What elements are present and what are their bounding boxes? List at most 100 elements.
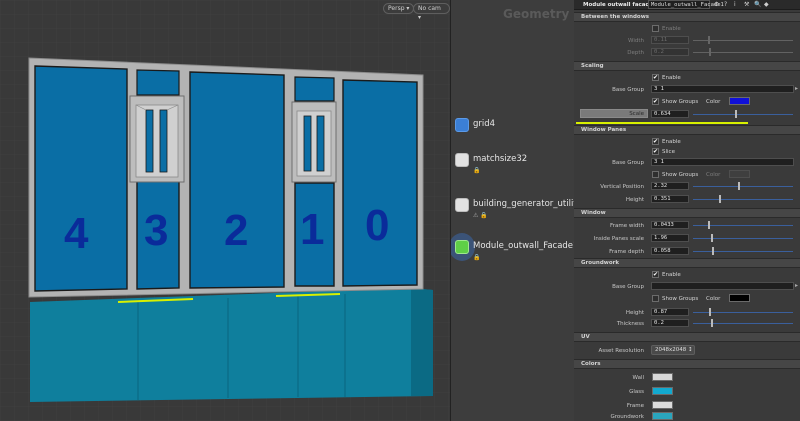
field-label: Width — [628, 38, 644, 44]
node-icon — [455, 240, 469, 254]
section-title: UV — [581, 334, 590, 340]
frame-depth-field[interactable]: 0.058 — [651, 247, 689, 255]
panes-slice-checkbox[interactable]: ✔ — [652, 148, 659, 155]
scaling-show-groups-checkbox[interactable]: ✔ — [652, 98, 659, 105]
field-label: Base Group — [612, 87, 644, 93]
slider-knob[interactable] — [711, 319, 713, 327]
dropdown-arrow-icon[interactable]: ▸ — [795, 85, 798, 92]
section-colors[interactable]: Colors — [574, 359, 800, 369]
section-between-windows[interactable]: Between the windows — [574, 12, 800, 22]
slider-knob[interactable] — [712, 247, 714, 255]
color-label: Color — [706, 99, 721, 105]
checkbox-label: Enable — [662, 272, 681, 278]
slider-knob[interactable] — [709, 48, 711, 56]
groundwork-thickness-field[interactable]: 0.2 — [651, 319, 689, 327]
color-row-label: Wall — [632, 375, 644, 381]
camera-menu[interactable]: Persp ▾ — [383, 3, 415, 14]
scale-highlight-underline — [576, 122, 748, 124]
scale-field[interactable]: 0.634 — [651, 110, 689, 118]
window-panels — [34, 65, 418, 292]
node-label: building_generator_utility — [473, 199, 574, 209]
panes-height-field[interactable]: 0.351 — [651, 195, 689, 203]
node-name-field[interactable]: Module_outwall_Facade1 — [648, 0, 724, 9]
warning-lock-icons: ⚠ 🔒 — [473, 212, 488, 219]
network-context-title: Geometry — [503, 7, 570, 21]
info-icon[interactable]: i — [734, 1, 736, 8]
scaling-base-group-field[interactable]: 3 1 — [651, 85, 794, 93]
vertical-position-field[interactable]: 2.32 — [651, 182, 689, 190]
lock-icon: 🔒 — [473, 254, 481, 261]
help-icon[interactable]: ? — [724, 1, 727, 8]
dropdown-arrow-icon[interactable]: ▸ — [795, 282, 798, 289]
network-editor[interactable]: Geometry grid4 matchsize32 🔒 building_ge… — [451, 0, 574, 421]
frame-depth-slider[interactable] — [693, 251, 793, 252]
vertical-position-slider[interactable] — [693, 186, 793, 187]
checkbox-label: Enable — [662, 26, 681, 32]
between-enable-checkbox[interactable] — [652, 25, 659, 32]
groundwork-height-slider[interactable] — [693, 312, 793, 313]
node-label: matchsize32 — [473, 154, 528, 164]
between-depth-field[interactable]: 0.2 — [651, 48, 689, 56]
gear-icon[interactable]: ⚙ — [714, 1, 719, 8]
section-uv[interactable]: UV — [574, 332, 800, 342]
scaling-enable-checkbox[interactable]: ✔ — [652, 74, 659, 81]
checkbox-label: Show Groups — [662, 172, 699, 178]
slider-knob[interactable] — [709, 308, 711, 316]
node-icon — [455, 118, 469, 132]
diamond-icon[interactable]: ◆ — [764, 1, 769, 8]
node-label: Module_outwall_Facade1 — [473, 241, 574, 251]
section-title: Window — [581, 210, 606, 216]
inside-panes-scale-slider[interactable] — [693, 238, 793, 239]
field-label: Scale — [629, 111, 644, 117]
slider-knob[interactable] — [738, 182, 740, 190]
display-menu[interactable]: No cam ▾ — [413, 3, 450, 21]
parameter-header: Module outwall facade Module_outwall_Fac… — [574, 0, 800, 10]
section-groundwork[interactable]: Groundwork — [574, 258, 800, 268]
slider-knob[interactable] — [735, 110, 737, 118]
groundwork-color-swatch[interactable] — [729, 294, 750, 302]
slider-knob[interactable] — [708, 36, 710, 44]
panel-number: 1 — [300, 205, 324, 254]
search-icon[interactable]: 🔍 — [754, 1, 761, 8]
groundwork-show-groups-checkbox[interactable] — [652, 295, 659, 302]
inside-panes-scale-field[interactable]: 1.96 — [651, 234, 689, 242]
slider-knob[interactable] — [708, 221, 710, 229]
tools-icon[interactable]: ⚒ — [744, 1, 749, 8]
frame-width-field[interactable]: 0.0433 — [651, 221, 689, 229]
groundwork-enable-checkbox[interactable]: ✔ — [652, 271, 659, 278]
section-window-panes[interactable]: Window Panes — [574, 125, 800, 135]
section-title: Between the windows — [581, 14, 650, 20]
asset-resolution-menu[interactable]: 2048x2048 ↕ — [651, 345, 695, 355]
panes-height-slider[interactable] — [693, 199, 793, 200]
between-depth-slider[interactable] — [693, 52, 793, 53]
field-label: Depth — [627, 50, 644, 56]
scale-slider[interactable] — [693, 114, 793, 115]
field-label: Asset Resolution — [598, 348, 644, 354]
glass-color-swatch[interactable] — [652, 387, 673, 395]
section-title: Groundwork — [581, 260, 620, 266]
section-window[interactable]: Window — [574, 208, 800, 218]
slider-knob[interactable] — [719, 195, 721, 203]
node-label: grid4 — [473, 119, 496, 129]
panes-show-groups-checkbox[interactable] — [652, 171, 659, 178]
panes-enable-checkbox[interactable]: ✔ — [652, 138, 659, 145]
lock-icon: 🔒 — [473, 167, 481, 174]
panel-number: 3 — [144, 206, 168, 255]
groundwork-height-field[interactable]: 0.87 — [651, 308, 689, 316]
between-width-field[interactable]: 0.11 — [651, 36, 689, 44]
scene-viewport[interactable]: 4 3 2 1 0 Persp ▾ No cam ▾ — [0, 0, 451, 421]
section-scaling[interactable]: Scaling — [574, 61, 800, 71]
groundwork-base-group-field[interactable] — [651, 282, 794, 290]
scaling-color-swatch[interactable] — [729, 97, 750, 105]
field-label: Height — [625, 310, 644, 316]
groundwork-block — [30, 288, 433, 402]
groundwork-color-swatch-bottom[interactable] — [652, 412, 673, 420]
field-label: Base Group — [612, 160, 644, 166]
groundwork-thickness-slider[interactable] — [693, 323, 793, 324]
wall-color-swatch[interactable] — [652, 373, 673, 381]
panes-base-group-field[interactable]: 3 1 — [651, 158, 794, 166]
frame-color-swatch[interactable] — [652, 401, 673, 409]
panes-color-swatch[interactable] — [729, 170, 750, 178]
slider-knob[interactable] — [711, 234, 713, 242]
checkbox-label: Slice — [662, 149, 675, 155]
